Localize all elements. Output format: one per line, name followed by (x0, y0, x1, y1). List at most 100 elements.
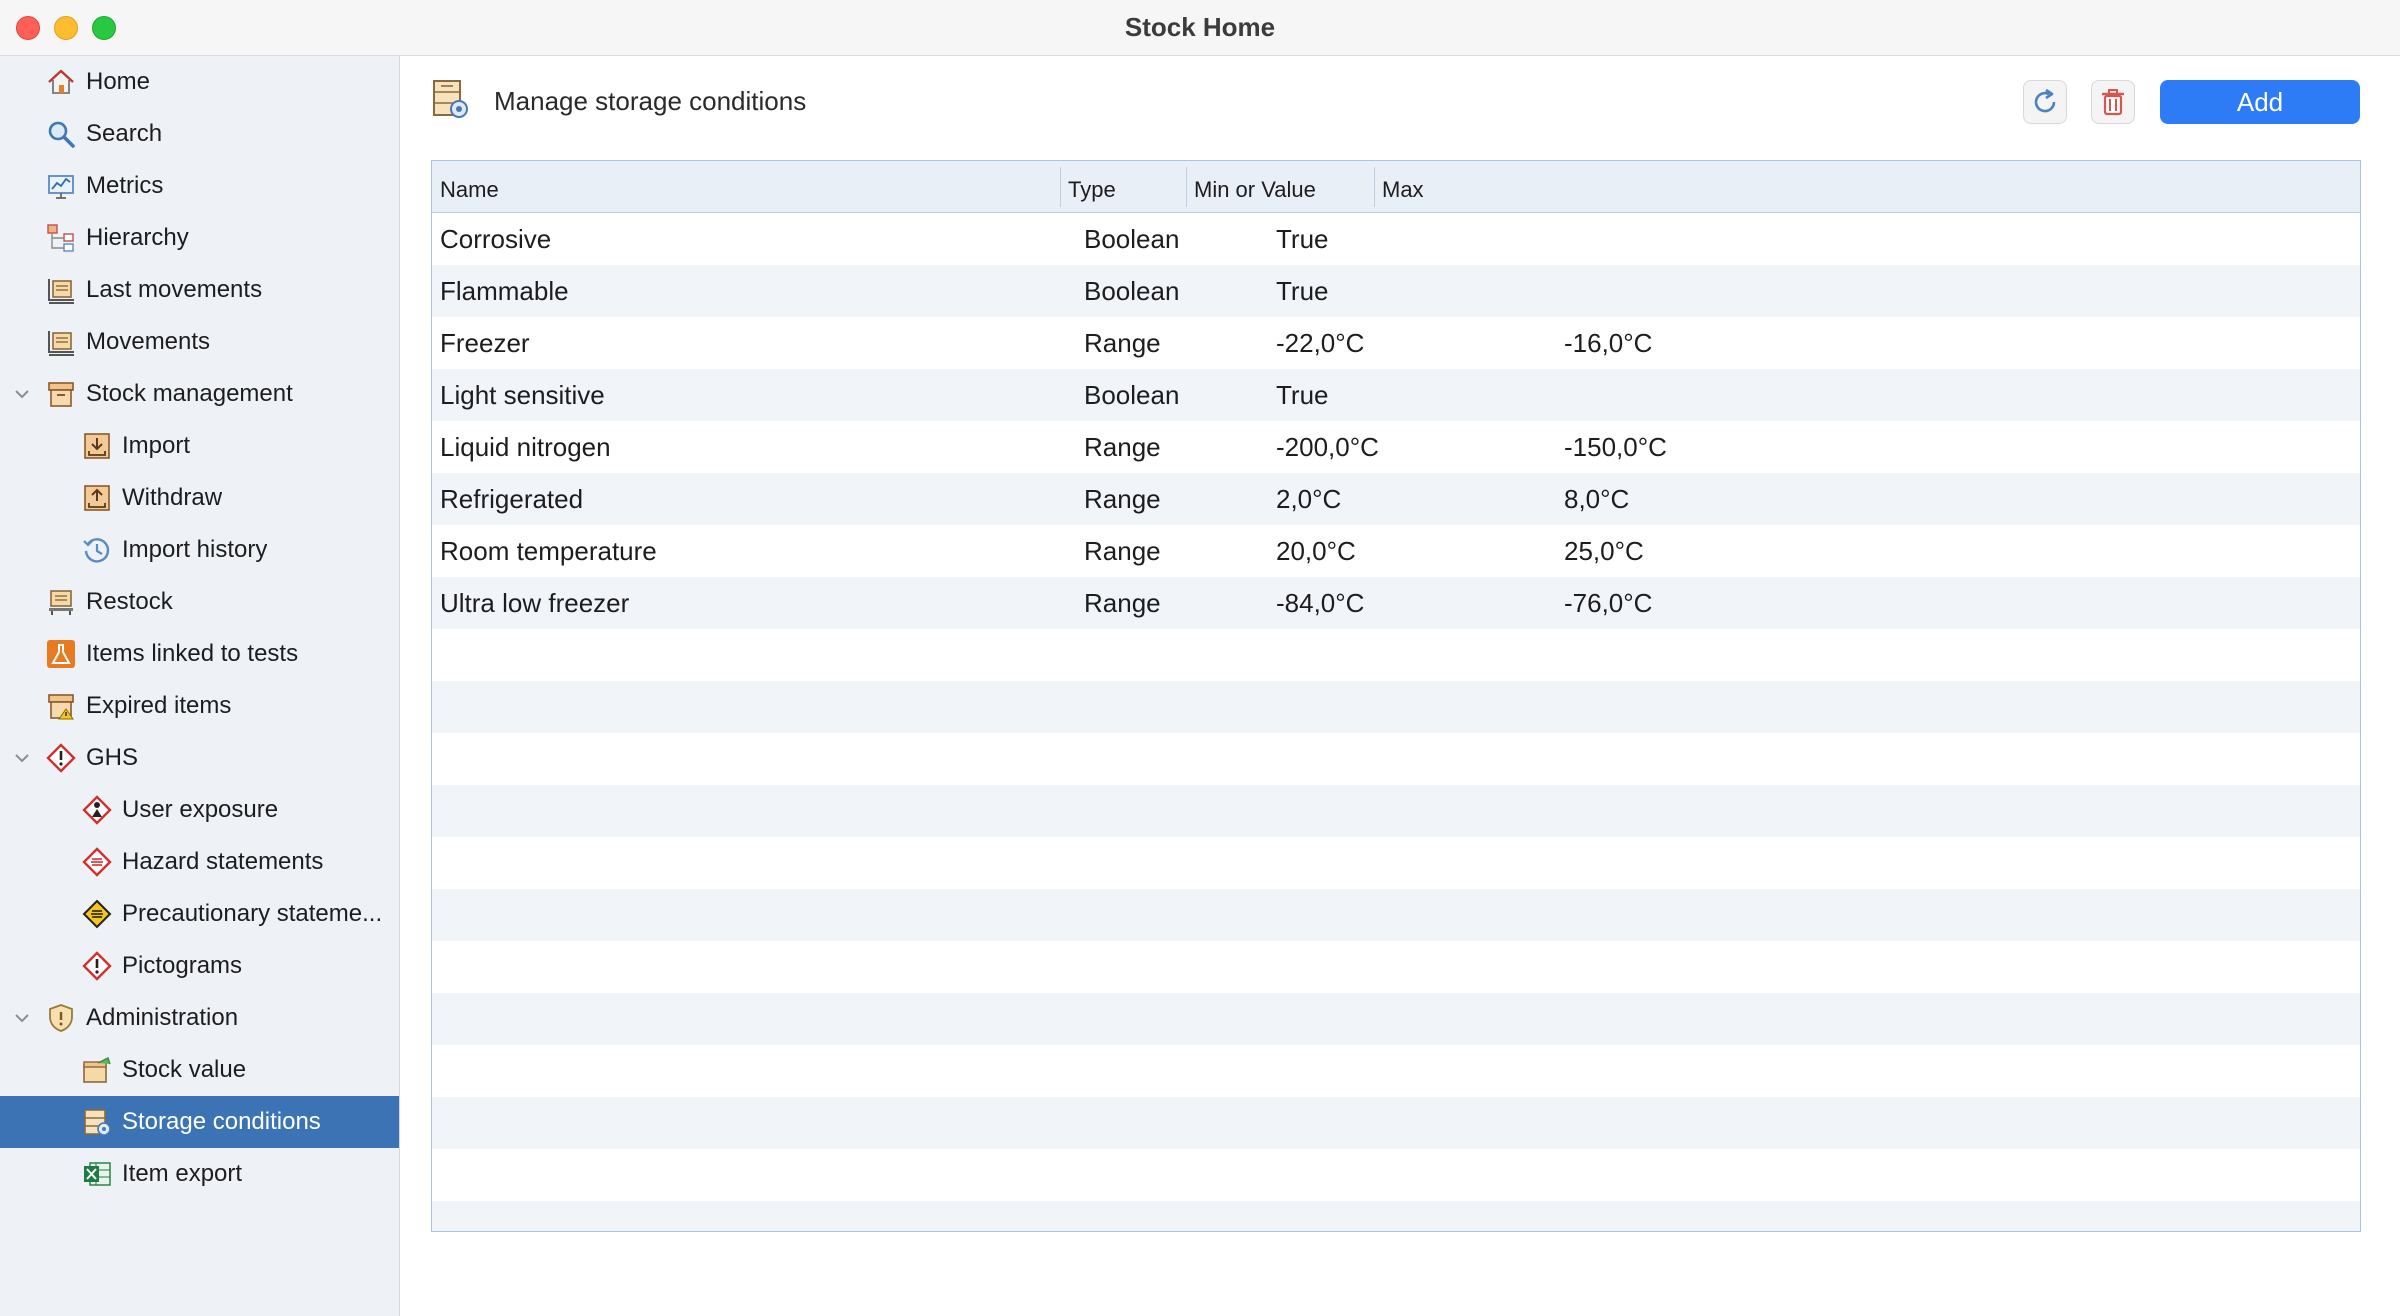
sidebar: Home Search Metrics Hierarchy Last movem… (0, 56, 400, 1316)
column-header-type[interactable]: Type (1068, 161, 1116, 213)
refresh-icon (2034, 88, 2056, 113)
sidebar-item-hazard-statements[interactable]: Hazard statements (0, 836, 399, 888)
refresh-button[interactable] (2023, 80, 2067, 124)
flask-icon (47, 640, 75, 668)
sidebar-item-import[interactable]: Import (0, 420, 399, 472)
trash-icon (2102, 89, 2124, 116)
box-icon (48, 382, 74, 407)
empty-table-row[interactable] (432, 1201, 2360, 1231)
table-header: Name Type Min or Value Max (432, 161, 2360, 213)
column-divider[interactable] (1186, 167, 1187, 207)
cell-type: Range (1084, 536, 1161, 566)
sidebar-item-label: Pictograms (122, 952, 243, 979)
cell-name: Refrigerated (440, 484, 584, 514)
ghs-warning-icon (46, 743, 76, 773)
cell-max: -16,0°C (1564, 328, 1653, 358)
empty-table-row[interactable] (432, 889, 2360, 941)
sidebar-item-withdraw[interactable]: Withdraw (0, 472, 399, 524)
sidebar-item-home[interactable]: Home (0, 56, 399, 108)
sidebar-item-ghs[interactable]: GHS (0, 732, 399, 784)
empty-table-row[interactable] (432, 733, 2360, 785)
history-icon (83, 538, 110, 563)
sidebar-item-import-history[interactable]: Import history (0, 524, 399, 576)
delete-button[interactable] (2091, 80, 2135, 124)
sidebar-item-stock-management[interactable]: Stock management (0, 368, 399, 420)
empty-table-row[interactable] (432, 1149, 2360, 1201)
cell-type: Boolean (1084, 380, 1180, 410)
sidebar-item-metrics[interactable]: Metrics (0, 160, 399, 212)
sidebar-item-user-exposure[interactable]: User exposure (0, 784, 399, 836)
column-divider[interactable] (1060, 167, 1061, 207)
column-header-min-value[interactable]: Min or Value (1194, 161, 1316, 213)
pallet-icon (48, 331, 74, 356)
table-row[interactable]: Refrigerated Range 2,0°C 8,0°C (432, 473, 2360, 525)
table-row[interactable]: Flammable Boolean True (432, 265, 2360, 317)
sidebar-item-search[interactable]: Search (0, 108, 399, 160)
empty-table-row[interactable] (432, 941, 2360, 993)
empty-table-row[interactable] (432, 837, 2360, 889)
empty-table-row[interactable] (432, 629, 2360, 681)
sidebar-item-hierarchy[interactable]: Hierarchy (0, 212, 399, 264)
cell-type: Range (1084, 432, 1161, 462)
sidebar-item-stock-value[interactable]: Stock value (0, 1044, 399, 1096)
sidebar-item-item-export[interactable]: Item export (0, 1148, 399, 1200)
shield-icon (49, 1004, 73, 1032)
table-row[interactable]: Room temperature Range 20,0°C 25,0°C (432, 525, 2360, 577)
empty-table-row[interactable] (432, 785, 2360, 837)
cell-min-value: -84,0°C (1276, 588, 1365, 618)
cell-min-value: 2,0°C (1276, 484, 1342, 514)
chevron-down-icon[interactable] (14, 386, 30, 402)
sidebar-item-items-linked-to-tests[interactable]: Items linked to tests (0, 628, 399, 680)
column-header-max[interactable]: Max (1382, 161, 1424, 213)
empty-table-row[interactable] (432, 681, 2360, 733)
sidebar-item-label: Hierarchy (86, 224, 189, 251)
sidebar-item-precautionary-statements[interactable]: Precautionary stateme... (0, 888, 399, 940)
cell-min-value: True (1276, 224, 1329, 254)
main-content: Manage storage conditions Add Name Type … (401, 56, 2400, 1316)
chevron-down-icon[interactable] (14, 750, 30, 766)
column-header-name[interactable]: Name (440, 161, 499, 213)
table-row[interactable]: Ultra low freezer Range -84,0°C -76,0°C (432, 577, 2360, 629)
sidebar-item-label: Import history (122, 536, 268, 563)
table-row[interactable]: Light sensitive Boolean True (432, 369, 2360, 421)
empty-table-row[interactable] (432, 1045, 2360, 1097)
sidebar-item-label: Home (86, 68, 151, 95)
table-row[interactable]: Freezer Range -22,0°C -16,0°C (432, 317, 2360, 369)
sidebar-item-expired-items[interactable]: Expired items (0, 680, 399, 732)
page-title: Manage storage conditions (494, 86, 807, 116)
cell-min-value: -200,0°C (1276, 432, 1379, 462)
sidebar-item-label: Precautionary stateme... (122, 900, 383, 927)
sidebar-item-movements[interactable]: Movements (0, 316, 399, 368)
stock-value-icon (83, 1057, 111, 1083)
cell-min-value: True (1276, 276, 1329, 306)
sidebar-item-administration[interactable]: Administration (0, 992, 399, 1044)
tray-in-icon (84, 433, 110, 459)
cell-name: Liquid nitrogen (440, 432, 611, 462)
ghs-pictogram-icon (82, 951, 112, 981)
add-button[interactable]: Add (2160, 80, 2360, 124)
sidebar-item-label: Movements (86, 328, 211, 355)
table-row[interactable]: Liquid nitrogen Range -200,0°C -150,0°C (432, 421, 2360, 473)
sidebar-item-pictograms[interactable]: Pictograms (0, 940, 399, 992)
cell-type: Boolean (1084, 224, 1180, 254)
empty-table-row[interactable] (432, 1097, 2360, 1149)
sidebar-item-label: Hazard statements (122, 848, 324, 875)
cell-type: Range (1084, 588, 1161, 618)
chevron-down-icon[interactable] (14, 1010, 30, 1026)
tray-out-icon (84, 485, 110, 511)
cell-name: Light sensitive (440, 380, 605, 410)
sidebar-item-label: Withdraw (122, 484, 223, 511)
ghs-hazard-icon (82, 847, 112, 877)
table-row[interactable]: Corrosive Boolean True (432, 213, 2360, 265)
sidebar-item-last-movements[interactable]: Last movements (0, 264, 399, 316)
sidebar-item-label: Stock management (86, 380, 293, 407)
cell-name: Corrosive (440, 224, 552, 254)
empty-table-row[interactable] (432, 993, 2360, 1045)
cell-type: Range (1084, 328, 1161, 358)
sidebar-item-storage-conditions[interactable]: Storage conditions (0, 1096, 399, 1148)
sidebar-item-restock[interactable]: Restock (0, 576, 399, 628)
cell-max: -150,0°C (1564, 432, 1667, 462)
cell-min-value: 20,0°C (1276, 536, 1356, 566)
chart-icon (48, 175, 74, 199)
column-divider[interactable] (1374, 167, 1375, 207)
